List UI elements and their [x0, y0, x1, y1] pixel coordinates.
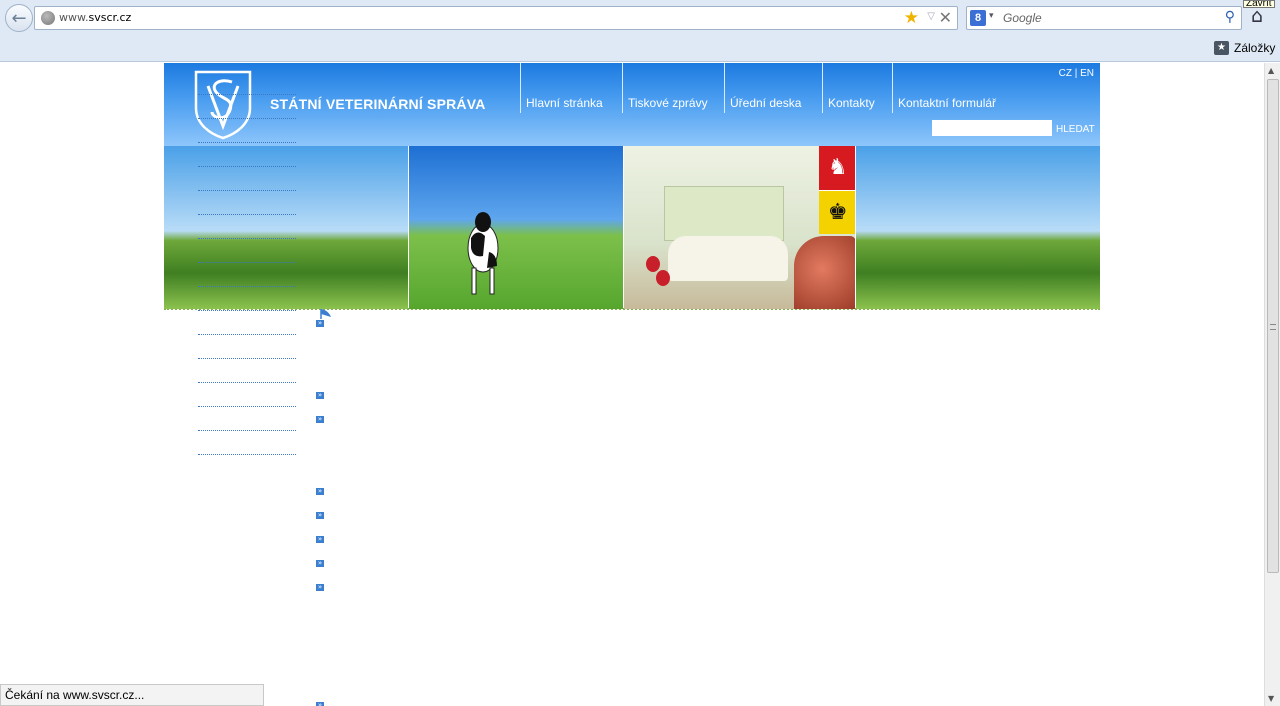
nav-uredni-deska[interactable]: Úřední deska — [724, 63, 822, 113]
magnifier-icon[interactable]: ⚲ — [1225, 9, 1235, 25]
left-menu-item[interactable] — [198, 407, 296, 431]
left-menu-item[interactable] — [198, 431, 296, 455]
left-menu-item[interactable] — [198, 119, 296, 143]
site-search-input[interactable] — [932, 120, 1052, 136]
bullet-arrow-icon[interactable]: » — [316, 584, 324, 591]
landscape-image — [856, 146, 1100, 309]
lion-icon: ♞ — [818, 146, 856, 190]
bullet-arrow-icon[interactable]: » — [316, 560, 324, 567]
left-menu-item[interactable] — [198, 71, 296, 95]
dropdown-icon[interactable]: ▽ — [927, 11, 935, 22]
nav-hlavni-stranka[interactable]: Hlavní stránka — [520, 63, 622, 113]
site-search-button[interactable]: HLEDAT — [1056, 124, 1095, 135]
left-menu-item[interactable] — [198, 383, 296, 407]
site-title[interactable]: STÁTNÍ VETERINÁRNÍ SPRÁVA — [270, 96, 486, 112]
bullet-arrow-icon[interactable]: » — [316, 702, 324, 706]
scroll-thumb[interactable] — [1267, 79, 1279, 573]
left-menu-item[interactable] — [198, 335, 296, 359]
vertical-scrollbar[interactable]: ▲ ▼ — [1264, 63, 1280, 706]
banner: ♞ ♜ ♚ ♞ — [164, 146, 1100, 310]
strawberry — [655, 270, 670, 286]
address-bar[interactable]: www.svscr.cz ★ ▽ ✕ — [34, 6, 958, 30]
bullet-arrow-icon[interactable]: » — [316, 488, 324, 495]
left-menu-item[interactable] — [198, 191, 296, 215]
left-menu-item[interactable] — [198, 311, 296, 335]
search-placeholder[interactable]: Google — [1003, 11, 1042, 25]
left-menu-item[interactable] — [198, 263, 296, 287]
cheese-wheel — [667, 236, 788, 281]
url-domain: svscr.cz — [88, 11, 132, 24]
star-icon[interactable]: ★ — [904, 8, 919, 28]
main-nav: Hlavní stránka Tiskové zprávy Úřední des… — [520, 63, 1012, 113]
cheese-block — [663, 186, 784, 241]
site-header: STÁTNÍ VETERINÁRNÍ SPRÁVA Hlavní stránka… — [164, 63, 1100, 146]
chevron-down-icon[interactable]: ▾ — [989, 11, 994, 21]
bullet-arrow-icon[interactable]: » — [316, 536, 324, 543]
left-menu-item[interactable] — [198, 287, 296, 311]
bullet-arrow-icon[interactable]: » — [316, 512, 324, 519]
browser-chrome: ← www.svscr.cz ★ ▽ ✕ 8 ▾ Google ⚲ Zavřít… — [0, 0, 1280, 62]
url-text[interactable]: www.svscr.cz — [59, 11, 131, 24]
bullet-arrow-icon[interactable]: » — [316, 416, 324, 423]
coat-of-arms-icon: ♞ ♜ ♚ ♞ — [818, 146, 856, 234]
left-menu-item[interactable] — [198, 359, 296, 383]
stop-icon[interactable]: ✕ — [939, 8, 952, 27]
url-prefix: www. — [59, 11, 89, 24]
bookmarks-button[interactable]: ★ Záložky — [1214, 40, 1275, 56]
scroll-down-icon[interactable]: ▼ — [1268, 694, 1274, 703]
left-menu-item[interactable] — [198, 239, 296, 263]
left-menu-item[interactable] — [198, 167, 296, 191]
flag-icon — [320, 309, 331, 319]
bookmarks-star-icon: ★ — [1214, 41, 1229, 55]
scroll-up-icon[interactable]: ▲ — [1268, 66, 1274, 75]
nav-kontaktni-formular[interactable]: Kontaktní formulář — [892, 63, 1012, 113]
language-switch[interactable]: CZ | EN — [1059, 68, 1094, 79]
globe-icon — [41, 11, 55, 25]
bullet-arrow-icon[interactable]: » — [316, 392, 324, 399]
search-bar[interactable]: 8 ▾ Google ⚲ — [966, 6, 1242, 30]
google-icon[interactable]: 8 — [970, 10, 986, 26]
eagle-icon: ♚ — [818, 190, 856, 234]
left-menu-item[interactable] — [198, 95, 296, 119]
left-menu-item[interactable] — [198, 215, 296, 239]
status-bar: Čekání na www.svscr.cz... — [0, 684, 264, 706]
left-menu — [198, 71, 296, 455]
nav-tiskove-zpravy[interactable]: Tiskové zprávy — [622, 63, 724, 113]
nav-kontakty[interactable]: Kontakty — [822, 63, 892, 113]
home-icon[interactable]: ⌂ — [1251, 5, 1263, 27]
site-container: STÁTNÍ VETERINÁRNÍ SPRÁVA Hlavní stránka… — [164, 63, 1100, 706]
cow-image — [408, 146, 623, 309]
bookmarks-label: Záložky — [1234, 41, 1276, 55]
scroll-grip — [1270, 324, 1276, 330]
back-icon[interactable]: ← — [5, 4, 33, 32]
left-menu-item[interactable] — [198, 143, 296, 167]
ham — [793, 236, 856, 309]
cow-icon — [467, 212, 499, 295]
page-viewport: STÁTNÍ VETERINÁRNÍ SPRÁVA Hlavní stránka… — [0, 63, 1264, 706]
food-image: ♞ ♜ ♚ ♞ — [623, 146, 856, 309]
bullet-arrow-icon[interactable]: » — [316, 320, 324, 327]
strawberry — [645, 256, 660, 272]
